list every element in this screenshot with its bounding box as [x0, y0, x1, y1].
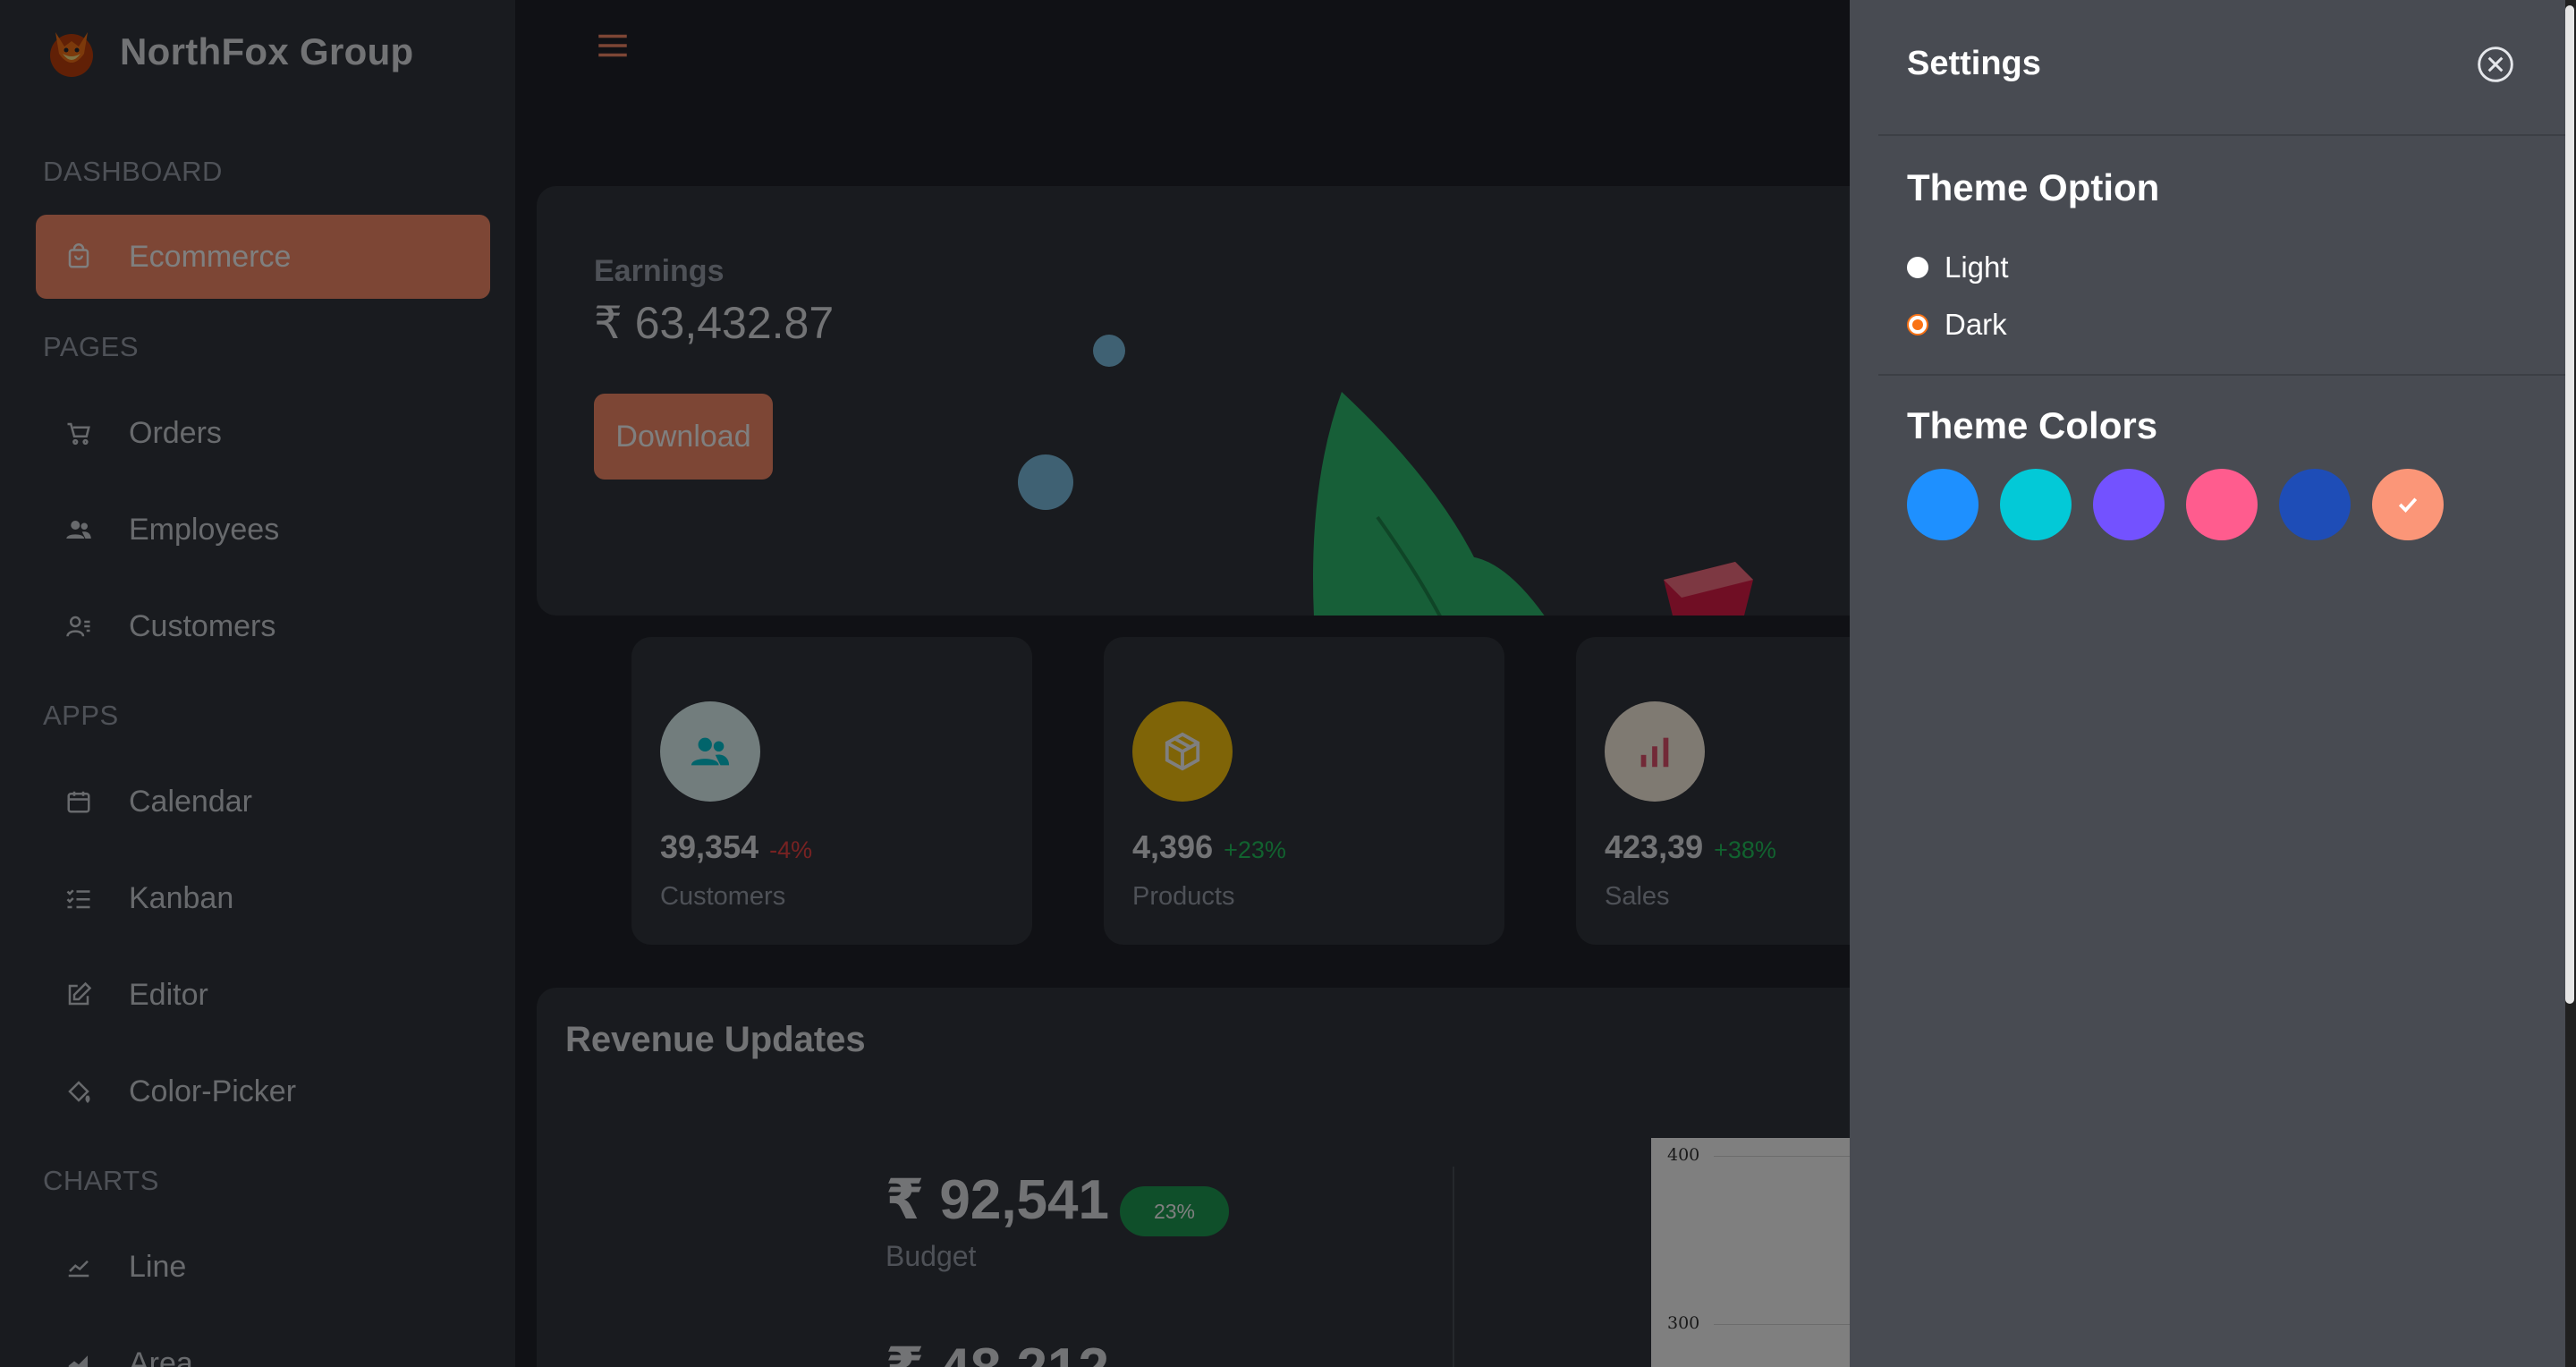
modal-backdrop[interactable]	[0, 0, 1850, 1367]
settings-panel: Settings Theme Option Light Dark Theme C…	[1850, 0, 2565, 1367]
theme-colors-title: Theme Colors	[1907, 404, 2158, 446]
theme-option-title: Theme Option	[1907, 166, 2160, 208]
radio-label: Light	[1945, 250, 2009, 284]
scrollbar-thumb[interactable]	[2565, 5, 2574, 1004]
close-icon[interactable]	[2476, 45, 2515, 84]
light-radio[interactable]	[1907, 257, 1928, 278]
dark-radio[interactable]	[1907, 314, 1928, 335]
divider	[1878, 374, 2565, 376]
check-icon	[2398, 497, 2418, 513]
theme-option-dark[interactable]: Dark	[1907, 308, 2007, 342]
theme-option-light[interactable]: Light	[1907, 250, 2009, 284]
radio-label: Dark	[1945, 308, 2007, 341]
color-swatch-orange[interactable]	[2372, 469, 2444, 540]
color-swatch-pink[interactable]	[2186, 469, 2258, 540]
theme-color-swatches	[1907, 469, 2444, 540]
color-swatch-cyan[interactable]	[2000, 469, 2072, 540]
color-swatch-blue[interactable]	[1907, 469, 1979, 540]
scrollbar[interactable]	[2565, 0, 2576, 1367]
settings-title: Settings	[1907, 45, 2041, 82]
divider	[1878, 134, 2565, 136]
color-swatch-indigo[interactable]	[2279, 469, 2351, 540]
color-swatch-purple[interactable]	[2093, 469, 2165, 540]
